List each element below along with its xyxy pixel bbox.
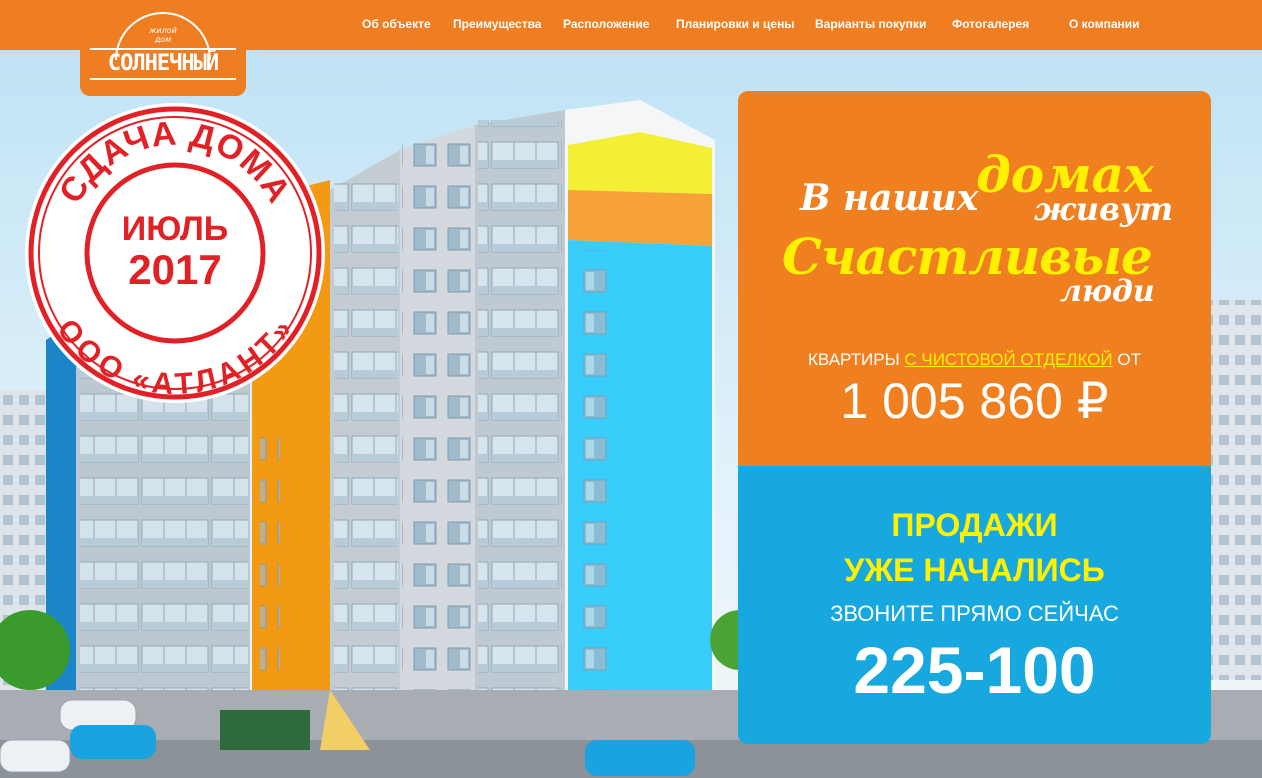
nav-item-purchase-options[interactable]: Варианты покупки [815, 17, 926, 31]
completion-date-stamp: СДАЧА ДОМА ООО «АТЛАНТ» ИЮЛЬ 2017 [25, 103, 325, 403]
logo-subtitle-1: жилой [149, 26, 177, 35]
apartments-suffix: ОТ [1117, 350, 1141, 369]
slogan-word-5: люди [1060, 274, 1155, 309]
nav-item-company[interactable]: О компании [1069, 17, 1140, 31]
playground [220, 710, 310, 750]
call-now-text: ЗВОНИТЕ ПРЯМО СЕЙЧАС [830, 601, 1119, 626]
nav-item-location[interactable]: Расположение [563, 17, 649, 31]
car-blue-1 [70, 725, 156, 759]
stamp-month: ИЮЛЬ [122, 210, 229, 248]
promo-panel-bottom: ПРОДАЖИ УЖЕ НАЧАЛИСЬ ЗВОНИТЕ ПРЯМО СЕЙЧА… [738, 466, 1211, 744]
right-face-windows [580, 250, 610, 740]
logo-divider-bottom [90, 78, 236, 80]
car-blue-2 [585, 740, 695, 776]
logo-subtitle-2: дом [154, 35, 172, 44]
slogan-word-1: В наших [800, 177, 979, 219]
nav-item-gallery[interactable]: Фотогалерея [952, 17, 1029, 31]
price-value: 1 005 860 ₽ [840, 373, 1109, 429]
nav-item-about[interactable]: Об объекте [362, 17, 431, 31]
nav-item-plans-prices[interactable]: Планировки и цены [676, 17, 795, 31]
slogan-word-3: живут [1034, 190, 1174, 228]
center-left-balconies [334, 180, 398, 710]
nav-item-advantages[interactable]: Преимущества [453, 17, 541, 31]
sales-line-1: ПРОДАЖИ [891, 507, 1058, 543]
apartments-line: КВАРТИРЫ С ЧИСТОВОЙ ОТДЕЛКОЙ ОТ [738, 350, 1211, 370]
phone-number[interactable]: 225-100 [738, 632, 1211, 708]
center-right-balconies [478, 120, 562, 700]
orange-column-windows [260, 430, 280, 710]
sales-line-2: УЖЕ НАЧАЛИСЬ [844, 552, 1105, 588]
logo-divider-top [90, 48, 236, 50]
building-orange-stripe [568, 190, 712, 246]
stamp-year: 2017 [128, 246, 221, 293]
distant-building-right-windows [1205, 300, 1262, 680]
car-white-2 [0, 739, 71, 773]
promo-panel-top: В наших домах живут Счастливые люди КВАР… [738, 91, 1211, 466]
site-logo[interactable]: жилой дом СОЛНЕЧНЫЙ [80, 0, 246, 96]
finishing-link[interactable]: С ЧИСТОВОЙ ОТДЕЛКОЙ [904, 350, 1112, 369]
center-face-windows [402, 140, 472, 700]
logo-name: СОЛНЕЧНЫЙ [107, 51, 219, 76]
apartments-prefix: КВАРТИРЫ [808, 350, 900, 369]
